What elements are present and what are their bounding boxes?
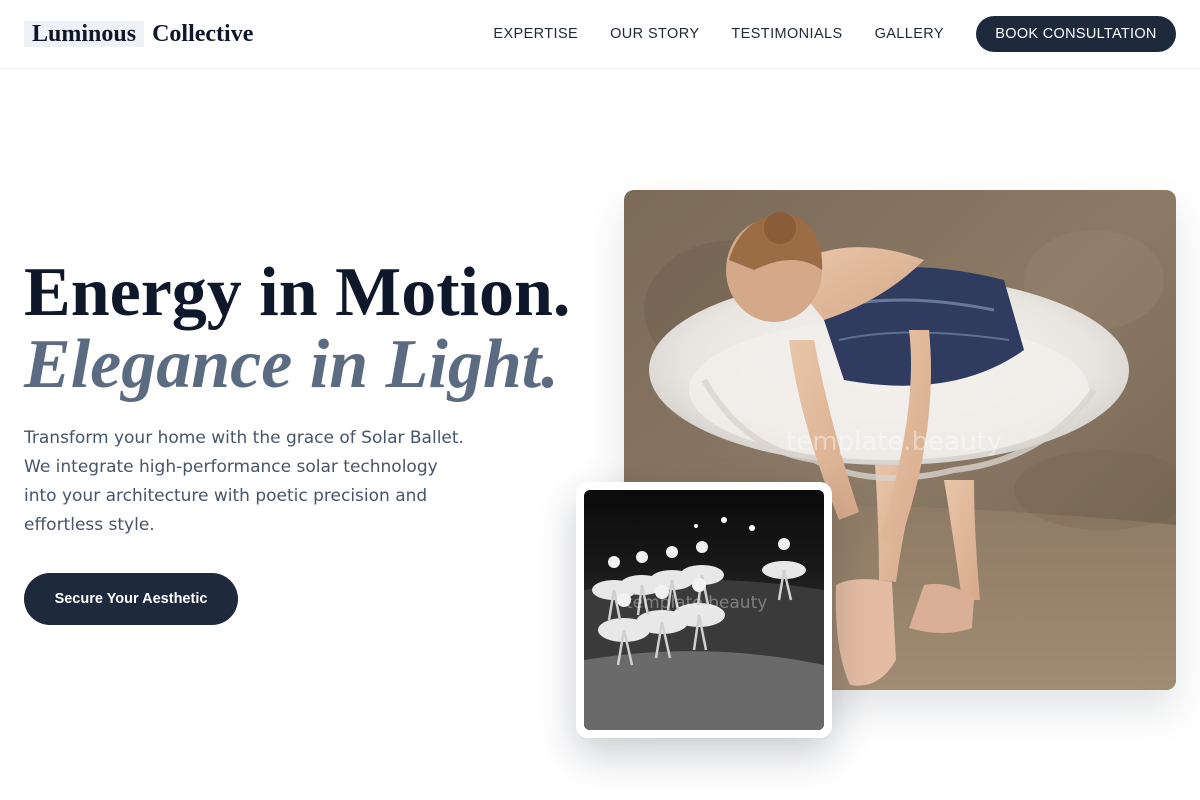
inset-photo bbox=[584, 490, 824, 730]
inset-photo-card: template.beauty bbox=[576, 482, 832, 738]
hero-headline-line-1: Energy in Motion. bbox=[24, 254, 571, 331]
nav-link-gallery[interactable]: GALLERY bbox=[875, 26, 944, 42]
hero-headline-line-2: Elegance in Light. bbox=[24, 326, 559, 403]
brand-logo[interactable]: Luminous Collective bbox=[24, 21, 255, 47]
nav-link-expertise[interactable]: EXPERTISE bbox=[493, 26, 578, 42]
nav-link-our-story[interactable]: OUR STORY bbox=[610, 26, 699, 42]
brand-word-collective: Collective bbox=[152, 21, 254, 47]
brand-word-luminous: Luminous bbox=[24, 21, 145, 47]
book-consultation-button[interactable]: BOOK CONSULTATION bbox=[976, 16, 1176, 52]
secure-your-aesthetic-button[interactable]: Secure Your Aesthetic bbox=[24, 573, 238, 625]
main-nav: EXPERTISE OUR STORY TESTIMONIALS GALLERY… bbox=[493, 16, 1176, 52]
hero-description: Transform your home with the grace of So… bbox=[24, 428, 464, 535]
site-header: Luminous Collective EXPERTISE OUR STORY … bbox=[0, 0, 1200, 69]
nav-link-testimonials[interactable]: TESTIMONIALS bbox=[731, 26, 842, 42]
